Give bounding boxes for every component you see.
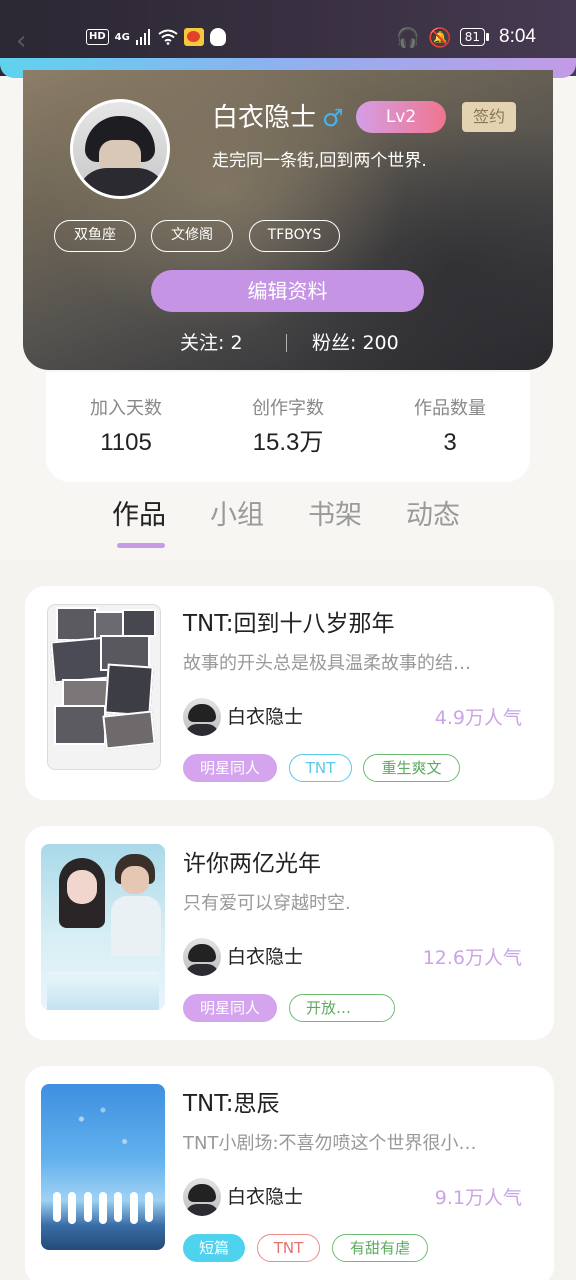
stat-word-count: 创作字数 15.3万 — [223, 396, 353, 460]
author-avatar — [183, 1178, 221, 1216]
work-title: TNT:回到十八岁那年 — [183, 611, 395, 637]
stat-label: 创作字数 — [252, 398, 324, 419]
tab-activity[interactable]: 动态 — [406, 496, 460, 536]
back-arrow-icon[interactable]: ‹ — [16, 26, 42, 56]
hd-icon: HD — [86, 29, 109, 45]
work-tag[interactable]: 短篇 — [183, 1234, 245, 1262]
profile-tabs: 作品 小组 书架 动态 — [0, 496, 576, 552]
mute-bell-icon: 🔕 — [428, 26, 452, 49]
followers-label: 粉丝: — [312, 332, 357, 354]
work-card[interactable]: 许你两亿光年 只有爱可以穿越时空. 白衣隐士 12.6万人气 明星同人 开放… — [25, 826, 554, 1040]
work-tag[interactable]: TNT — [257, 1234, 320, 1262]
popularity-count: 9.1万人气 — [434, 1187, 522, 1209]
divider — [286, 334, 287, 352]
popularity-count: 12.6万人气 — [422, 947, 522, 969]
work-cover-image — [47, 604, 161, 770]
profile-avatar[interactable] — [70, 99, 170, 199]
work-title: TNT:思辰 — [183, 1091, 280, 1117]
wifi-icon — [158, 29, 178, 45]
active-tab-indicator — [117, 543, 165, 548]
profile-tag[interactable]: 双鱼座 — [54, 220, 136, 252]
work-card[interactable]: TNT:回到十八岁那年 故事的开头总是极具温柔故事的结… 白衣隐士 4.9万人气… — [25, 586, 554, 800]
headphones-icon: 🎧 — [396, 26, 421, 49]
work-tag[interactable]: 明星同人 — [183, 994, 277, 1022]
signed-badge: 签约 — [462, 102, 516, 132]
work-cover-image — [41, 1084, 165, 1250]
stat-work-count: 作品数量 3 — [385, 396, 515, 460]
profile-signature: 走完同一条街,回到两个世界. — [212, 151, 427, 171]
stat-label: 加入天数 — [90, 398, 162, 419]
male-gender-icon: ♂ — [322, 104, 344, 132]
profile-tag[interactable]: TFBOYS — [249, 220, 340, 252]
popularity-count: 4.9万人气 — [434, 707, 522, 729]
author-avatar — [183, 698, 221, 736]
stat-value: 3 — [443, 429, 457, 456]
profile-tag[interactable]: 文修阁 — [151, 220, 233, 252]
work-description: TNT小剧场:不喜勿喷这个世界很小… — [183, 1133, 477, 1154]
status-right-icons: 🎧 🔕 81 8:04 — [396, 24, 536, 50]
author-name: 白衣隐士 — [227, 706, 304, 728]
work-title: 许你两亿光年 — [183, 851, 321, 877]
work-description: 只有爱可以穿越时空. — [183, 893, 351, 914]
stat-value: 1105 — [100, 429, 152, 456]
edit-profile-button[interactable]: 编辑资料 — [151, 270, 424, 312]
tab-works[interactable]: 作品 — [112, 496, 166, 536]
tab-groups[interactable]: 小组 — [210, 496, 264, 536]
work-tag[interactable]: 明星同人 — [183, 754, 277, 782]
author-name: 白衣隐士 — [227, 1186, 304, 1208]
battery-icon: 81 — [459, 28, 490, 46]
network-type: 4G — [114, 31, 130, 43]
following-label: 关注: — [180, 332, 225, 354]
clock: 8:04 — [499, 26, 536, 47]
work-tag[interactable]: 有甜有虐 — [332, 1234, 428, 1262]
stat-label: 作品数量 — [414, 398, 486, 419]
user-name: 白衣隐士 — [212, 103, 317, 133]
followers-count: 200 — [362, 332, 399, 354]
tab-bookshelf[interactable]: 书架 — [308, 496, 362, 536]
weibo-icon — [183, 28, 204, 46]
status-left-icons: HD 4G — [86, 24, 226, 50]
stat-value: 15.3万 — [252, 429, 324, 456]
following-count: 2 — [230, 332, 243, 354]
author-name: 白衣隐士 — [227, 946, 304, 968]
work-description: 故事的开头总是极具温柔故事的结… — [183, 653, 471, 674]
work-tag[interactable]: 开放… — [289, 994, 395, 1022]
work-cover-image — [41, 844, 165, 1010]
work-card[interactable]: TNT:思辰 TNT小剧场:不喜勿喷这个世界很小… 白衣隐士 9.1万人气 短篇… — [25, 1066, 554, 1280]
work-tag[interactable]: 重生爽文 — [363, 754, 460, 782]
level-badge[interactable]: Lv2 — [356, 101, 446, 133]
stat-join-days: 加入天数 1105 — [61, 396, 191, 460]
signal-icon — [135, 29, 150, 45]
author-avatar — [183, 938, 221, 976]
qq-icon — [209, 28, 226, 46]
following-stat[interactable]: 关注: 2 — [180, 330, 243, 356]
followers-stat[interactable]: 粉丝: 200 — [312, 330, 399, 356]
work-tag[interactable]: TNT — [289, 754, 352, 782]
